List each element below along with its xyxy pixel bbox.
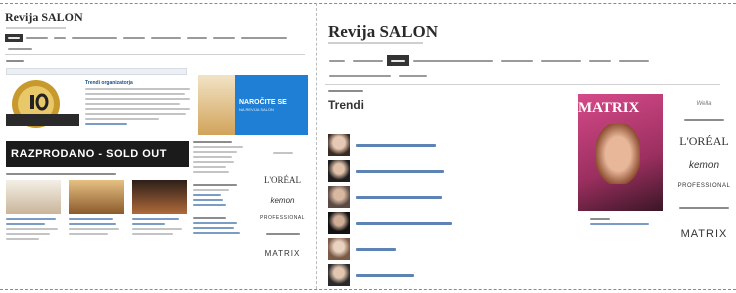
ad-headline: NAROČITE SE [239, 99, 287, 106]
magazine-cover-ad[interactable]: MATRIX [578, 94, 663, 211]
nav-item[interactable] [51, 34, 69, 42]
trend-link[interactable] [356, 195, 442, 199]
trend-thumb [328, 134, 350, 156]
ad-subline: NA REVIJA SALON [239, 107, 274, 112]
nav-item[interactable] [23, 34, 51, 42]
article-thumb[interactable] [69, 180, 124, 214]
brand-kemon[interactable]: kemon [675, 154, 733, 176]
brand-loreal[interactable]: L'ORÉAL [675, 128, 733, 154]
main-nav [325, 53, 720, 85]
breadcrumb [6, 60, 306, 65]
nav-item[interactable] [148, 34, 184, 42]
trend-link[interactable] [356, 221, 452, 225]
brand-logo-small[interactable] [675, 114, 733, 128]
trend-list-item[interactable] [328, 160, 444, 182]
middle-dashed-divider [316, 3, 317, 289]
site-tagline [6, 27, 66, 29]
sold-out-text: RAZPRODANO - SOLD OUT [11, 148, 167, 160]
top-dashed-rule [0, 3, 736, 4]
trends-excerpt [85, 88, 190, 128]
nav-item[interactable] [184, 34, 210, 42]
cover-model-photo [596, 124, 640, 184]
trend-thumb [328, 238, 350, 260]
trend-list-item[interactable] [328, 212, 452, 234]
trend-link[interactable] [356, 273, 414, 277]
trends-heading[interactable]: Trendi organizatorja [85, 80, 133, 86]
article-caption [132, 218, 187, 238]
brand-kemon[interactable]: kemon [255, 190, 310, 210]
nav-item[interactable] [615, 55, 653, 66]
nav-item[interactable] [325, 71, 395, 82]
trend-thumb [328, 160, 350, 182]
bottom-dashed-rule [0, 289, 736, 290]
sponsor-logos: L'ORÉAL kemon PROFESSIONAL MATRIX [255, 138, 310, 262]
sold-out-banner[interactable]: RAZPRODANO - SOLD OUT [6, 141, 189, 167]
sponsor-logos: Wella L'ORÉAL kemon PROFESSIONAL MATRIX [675, 94, 733, 246]
brand-matrix[interactable]: MATRIX [675, 222, 733, 246]
article-caption [6, 218, 61, 243]
trend-thumb [328, 186, 350, 208]
section-heading [6, 173, 189, 178]
anniversary-badge [6, 80, 79, 128]
nav-item[interactable] [497, 55, 537, 66]
site-tagline [328, 42, 423, 44]
brand-wella[interactable]: Wella [675, 94, 733, 114]
nav-item-home[interactable] [5, 34, 23, 43]
main-nav [5, 33, 305, 55]
nav-item[interactable] [409, 55, 497, 66]
article-caption [69, 218, 124, 238]
trend-thumb [328, 212, 350, 234]
nav-item[interactable] [349, 55, 387, 66]
magazine-caption [590, 218, 656, 228]
magazine-masthead: MATRIX [578, 100, 640, 116]
sidebar-contact [193, 141, 248, 237]
trend-link[interactable] [356, 143, 436, 147]
trend-thumb [328, 264, 350, 286]
nav-item[interactable] [537, 55, 585, 66]
site-title[interactable]: Revija SALON [5, 10, 83, 25]
nav-item[interactable] [585, 55, 615, 66]
trend-list-item[interactable] [328, 134, 436, 156]
trend-link[interactable] [356, 247, 396, 251]
brand-matrix[interactable]: MATRIX [255, 244, 310, 262]
brand-professional[interactable]: PROFESSIONAL [675, 176, 733, 196]
brand-logo-emblem[interactable] [255, 226, 310, 244]
site-title[interactable]: Revija SALON [328, 22, 438, 42]
homepage-screenshot: Revija SALON Trendi organizatorja NAROČI… [3, 8, 311, 286]
nav-item[interactable] [5, 45, 35, 53]
trend-link[interactable] [356, 169, 444, 173]
nav-item-active[interactable] [387, 55, 409, 67]
page-title: Trendi [328, 98, 365, 112]
brand-professional[interactable]: PROFESSIONAL [255, 210, 310, 226]
trend-list-item[interactable] [328, 264, 414, 286]
nav-item[interactable] [395, 71, 431, 82]
brand-logo-emblem[interactable] [675, 196, 733, 222]
breadcrumb [328, 90, 363, 95]
article-thumb[interactable] [6, 180, 61, 214]
article-thumb[interactable] [132, 180, 187, 214]
nav-item[interactable] [210, 34, 238, 42]
nav-item[interactable] [238, 34, 290, 42]
trends-page-screenshot: Revija SALON Trendi MATRIX Wella L'ORÉAL… [320, 8, 733, 286]
nav-item[interactable] [325, 55, 349, 66]
brand-loreal[interactable]: L'ORÉAL [255, 170, 310, 190]
nav-item[interactable] [69, 34, 120, 42]
trend-list-item[interactable] [328, 238, 396, 260]
brand-logo-small[interactable] [255, 138, 310, 170]
subscribe-ad-banner[interactable]: NAROČITE SE NA REVIJA SALON [235, 75, 308, 135]
trend-list-item[interactable] [328, 186, 442, 208]
nav-item[interactable] [120, 34, 148, 42]
search-bar[interactable] [6, 68, 187, 75]
